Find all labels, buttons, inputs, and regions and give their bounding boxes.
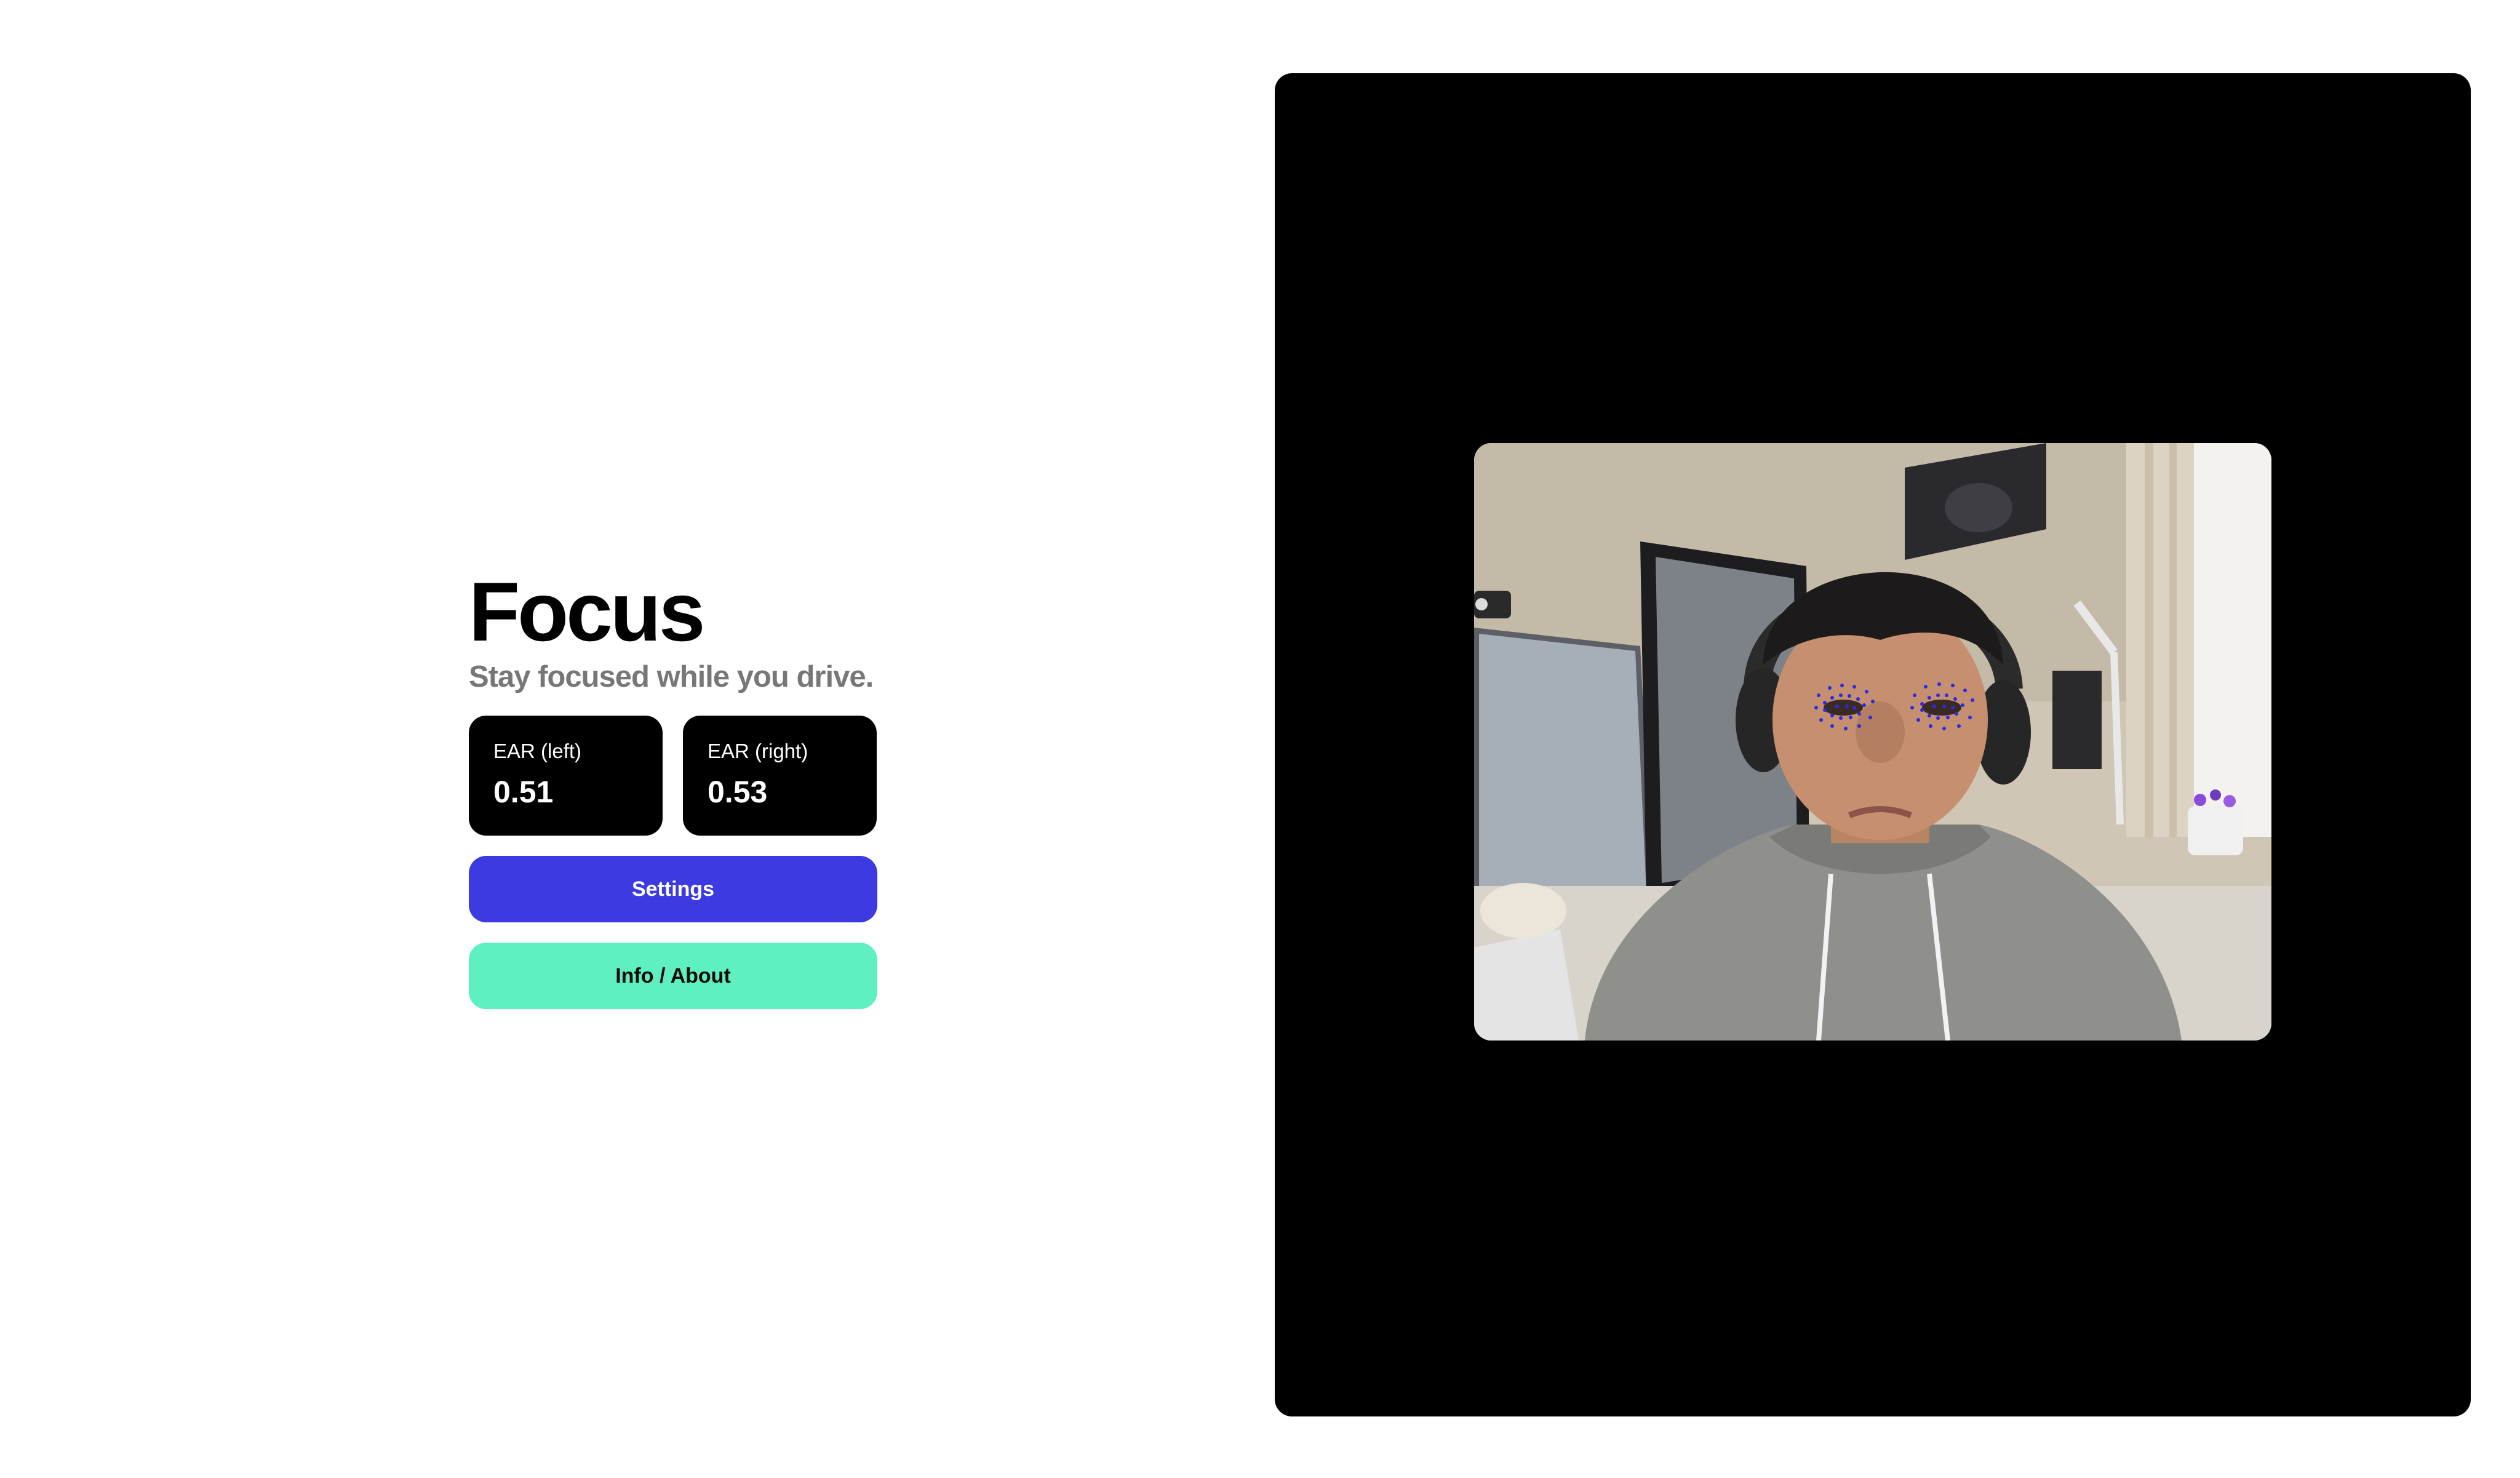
- app-subtitle: Stay focused while you drive.: [469, 660, 874, 693]
- app-title: Focus: [469, 565, 706, 658]
- ear-stats: EAR (left) 0.51 EAR (right) 0.53: [469, 716, 877, 836]
- webcam-image: [1474, 443, 2271, 1041]
- ear-left-value: 0.51: [493, 775, 554, 809]
- ear-left-card: EAR (left) 0.51: [469, 716, 663, 836]
- ear-right-card: EAR (right) 0.53: [683, 716, 877, 836]
- settings-button[interactable]: Settings: [469, 856, 877, 922]
- ear-right-value: 0.53: [708, 775, 768, 809]
- info-about-button[interactable]: Info / About: [469, 943, 877, 1009]
- camera-feed: [1474, 443, 2271, 1041]
- camera-panel: [1275, 73, 2471, 1416]
- ear-left-label: EAR (left): [493, 740, 582, 762]
- ear-right-label: EAR (right): [708, 740, 808, 762]
- control-panel: Focus Stay focused while you drive. EAR …: [469, 566, 877, 1009]
